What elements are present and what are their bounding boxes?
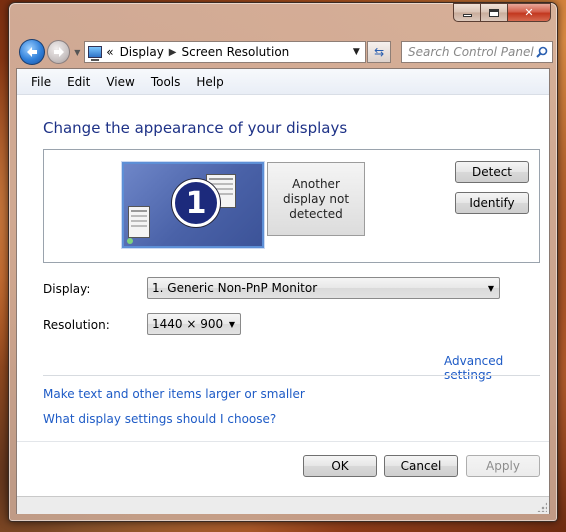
search-placeholder: Search Control Panel xyxy=(408,45,534,59)
page-title: Change the appearance of your displays xyxy=(43,119,348,137)
chevron-down-icon: ▼ xyxy=(228,319,235,329)
menu-bar: File Edit View Tools Help xyxy=(17,69,549,95)
breadcrumb-separator-icon[interactable]: ▶ xyxy=(169,47,177,58)
back-button[interactable] xyxy=(19,39,45,65)
display-select[interactable]: 1. Generic Non-PnP Monitor ▼ xyxy=(147,277,500,299)
resolution-select[interactable]: 1440 × 900 ▼ xyxy=(147,313,241,335)
resolution-select-value: 1440 × 900 xyxy=(152,317,224,331)
menu-help[interactable]: Help xyxy=(188,75,231,89)
menu-edit[interactable]: Edit xyxy=(59,75,98,89)
forward-button[interactable] xyxy=(46,40,71,64)
menu-view[interactable]: View xyxy=(98,75,142,89)
search-input[interactable]: Search Control Panel xyxy=(401,41,553,63)
display-settings-help-link[interactable]: What display settings should I choose? xyxy=(43,412,276,426)
start-orb-icon xyxy=(127,238,133,244)
advanced-settings-link[interactable]: Advanced settings xyxy=(444,354,549,382)
minimize-button[interactable] xyxy=(453,3,480,22)
chevron-down-icon: ▼ xyxy=(487,283,494,293)
apply-button[interactable]: Apply xyxy=(466,455,540,477)
monitor-2-label: Another display not detected xyxy=(282,176,350,221)
refresh-button[interactable]: ⇆ xyxy=(367,41,392,63)
monitor-preview-window-icon xyxy=(128,206,150,238)
navigation-bar: ▼ « Display ▶ Screen Resolution ▼ ⇆ Sear… xyxy=(19,37,553,67)
monitor-1-tile[interactable]: 1 xyxy=(122,162,264,248)
close-button[interactable]: ✕ xyxy=(507,3,551,22)
refresh-icon: ⇆ xyxy=(374,45,385,59)
address-overflow-chevron[interactable]: « xyxy=(106,45,113,59)
breadcrumb-screen-resolution[interactable]: Screen Resolution xyxy=(182,45,290,59)
resolution-label: Resolution: xyxy=(43,318,110,332)
text-size-link[interactable]: Make text and other items larger or smal… xyxy=(43,387,305,401)
address-history-dropdown-icon[interactable]: ▼ xyxy=(347,47,365,57)
back-arrow-icon xyxy=(26,47,37,57)
minimize-icon xyxy=(462,14,472,17)
cancel-button[interactable]: Cancel xyxy=(384,455,458,477)
menu-file[interactable]: File xyxy=(23,75,59,89)
breadcrumb-display[interactable]: Display xyxy=(120,45,164,59)
display-select-value: 1. Generic Non-PnP Monitor xyxy=(152,281,318,295)
ok-button[interactable]: OK xyxy=(303,455,377,477)
menu-tools[interactable]: Tools xyxy=(143,75,189,89)
status-bar xyxy=(17,496,549,514)
client-area: File Edit View Tools Help Change the app… xyxy=(16,68,550,514)
address-bar[interactable]: « Display ▶ Screen Resolution ▼ xyxy=(84,41,367,63)
forward-arrow-icon xyxy=(53,47,64,57)
search-icon[interactable] xyxy=(536,46,548,58)
display-control-panel-icon xyxy=(88,46,103,61)
display-label: Display: xyxy=(43,282,91,296)
close-icon: ✕ xyxy=(524,6,534,19)
detect-button[interactable]: Detect xyxy=(455,161,529,183)
recent-pages-dropdown[interactable]: ▼ xyxy=(72,48,82,57)
footer-divider xyxy=(17,441,549,442)
monitor-2-tile[interactable]: Another display not detected xyxy=(267,162,365,236)
maximize-icon xyxy=(489,8,499,17)
screen-resolution-window: ✕ ▼ « Display ▶ Screen Resolution ▼ ⇆ Se… xyxy=(8,2,558,522)
caption-buttons: ✕ xyxy=(453,3,551,22)
monitor-number-badge: 1 xyxy=(172,179,220,227)
resize-grip-icon[interactable] xyxy=(537,502,547,512)
divider xyxy=(43,375,540,376)
maximize-button[interactable] xyxy=(480,3,507,22)
identify-button[interactable]: Identify xyxy=(455,192,529,214)
display-arrangement-area: 1 Another display not detected Detect Id… xyxy=(43,149,540,263)
